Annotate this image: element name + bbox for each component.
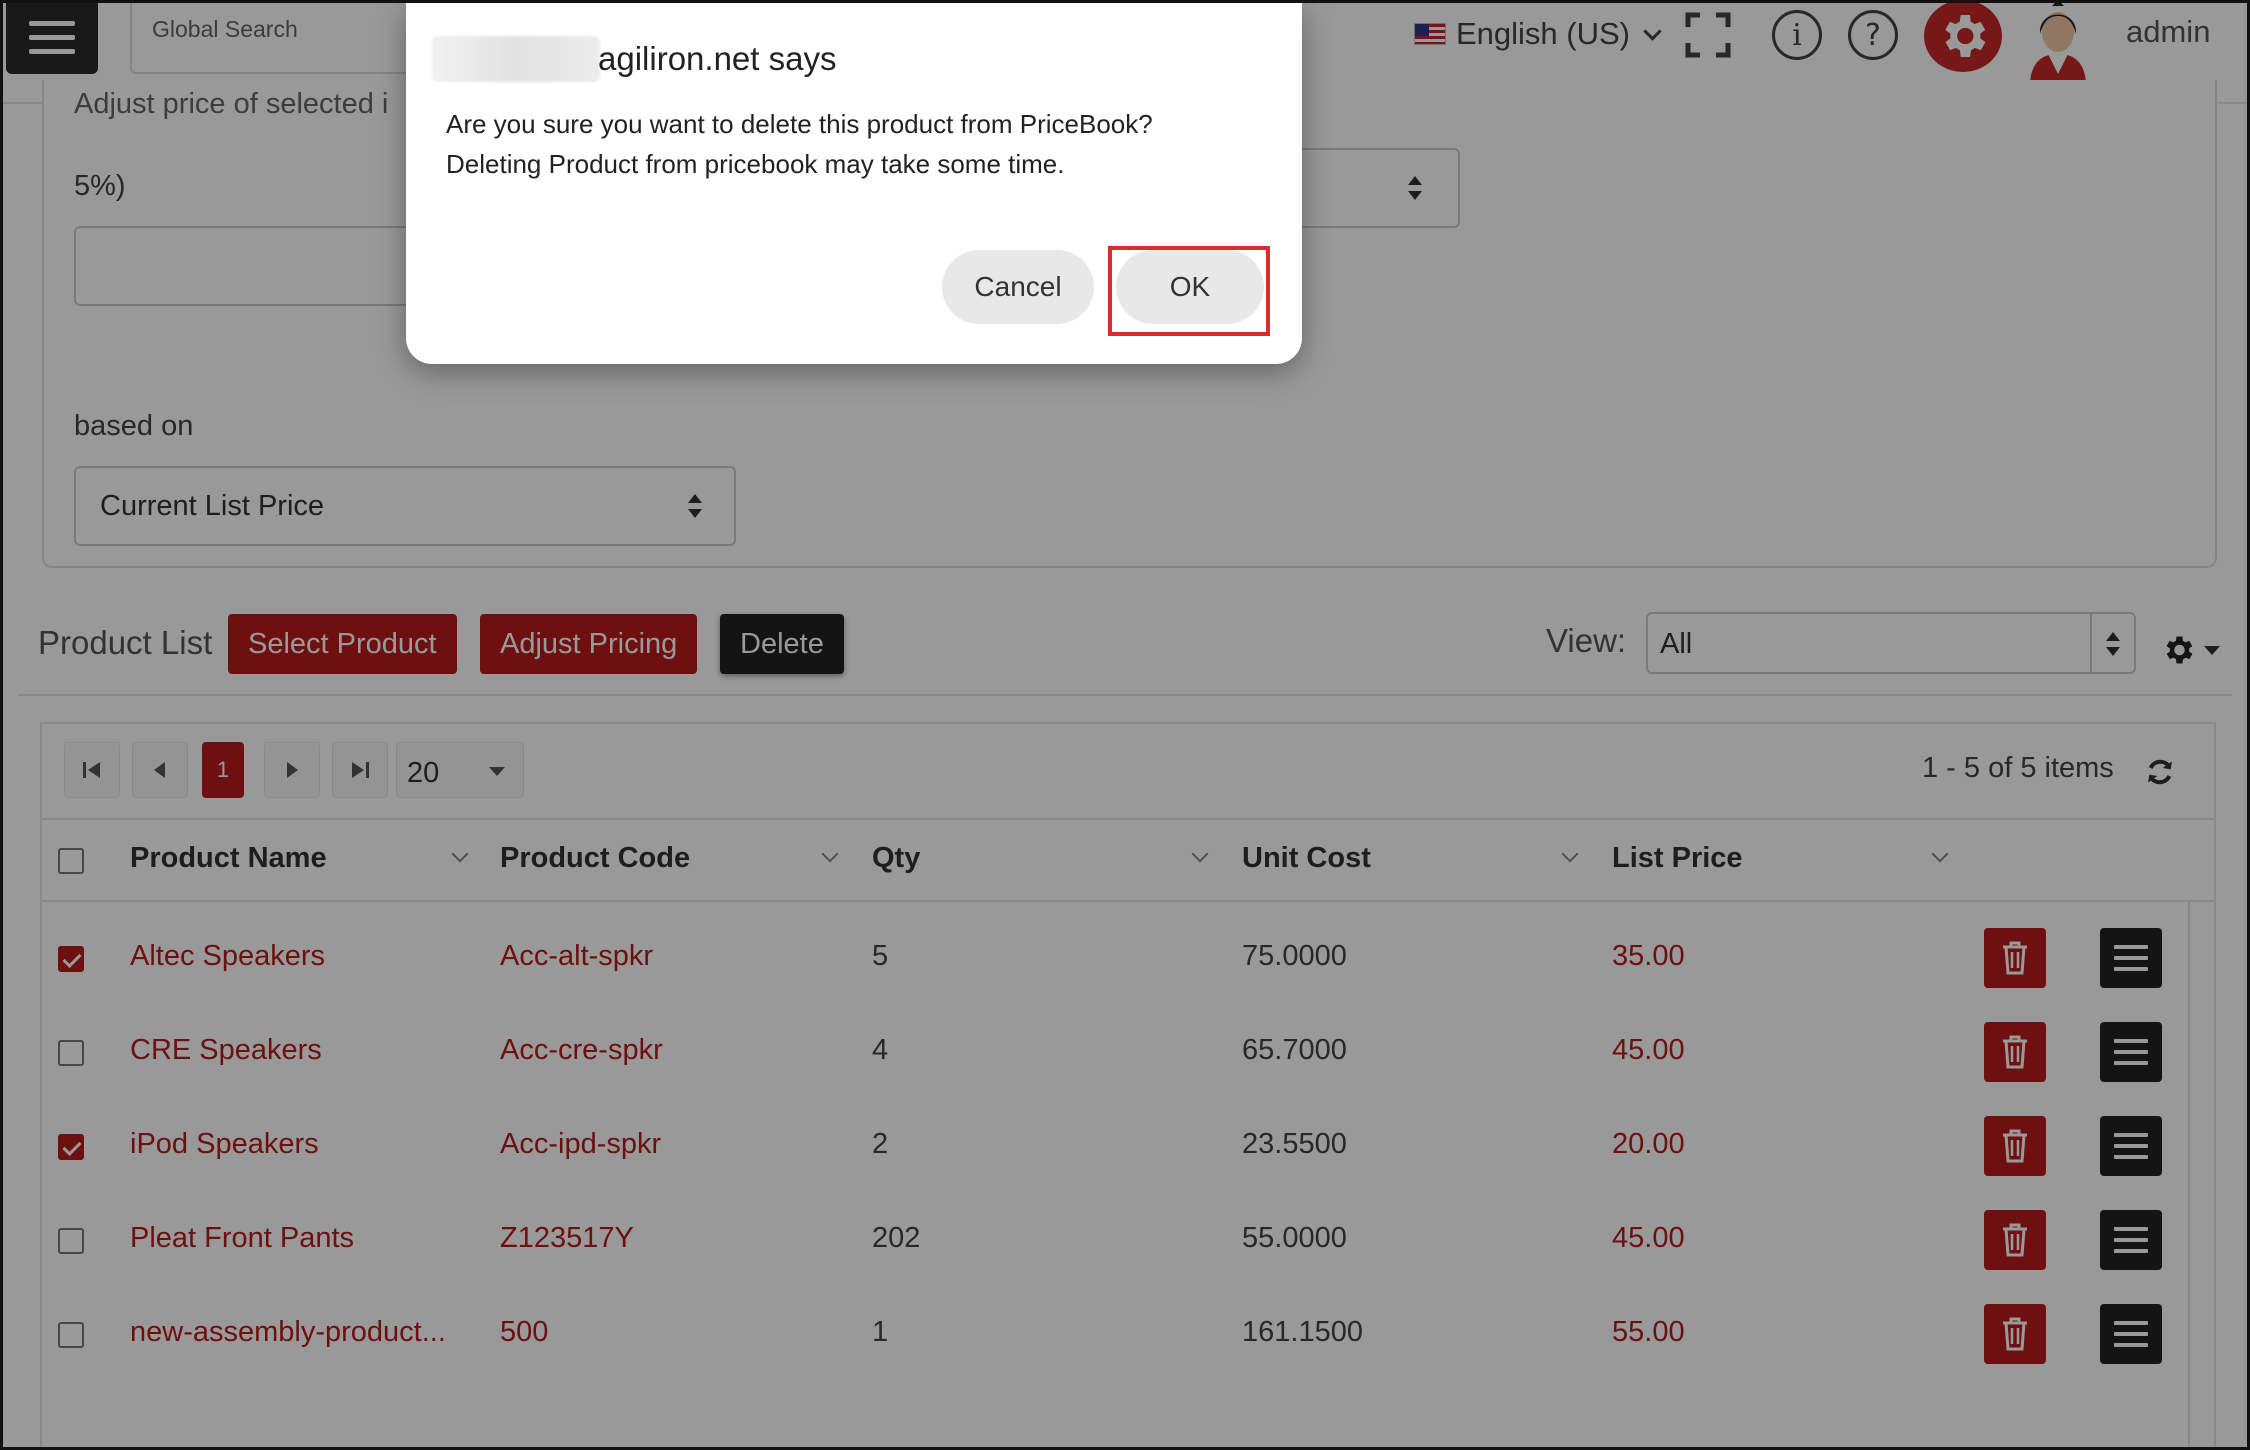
dialog-message: Are you sure you want to delete this pro… <box>446 104 1266 184</box>
dialog-title: agiliron.net says <box>598 40 837 77</box>
confirm-dialog: agiliron.net says Are you sure you want … <box>406 2 1302 364</box>
dialog-message-line-2: Deleting Product from pricebook may take… <box>446 149 1065 179</box>
cancel-button[interactable]: Cancel <box>942 250 1094 324</box>
ok-button-highlight <box>1108 246 1270 336</box>
dialog-message-line-1: Are you sure you want to delete this pro… <box>446 109 1153 139</box>
blurred-host-prefix <box>432 36 600 82</box>
